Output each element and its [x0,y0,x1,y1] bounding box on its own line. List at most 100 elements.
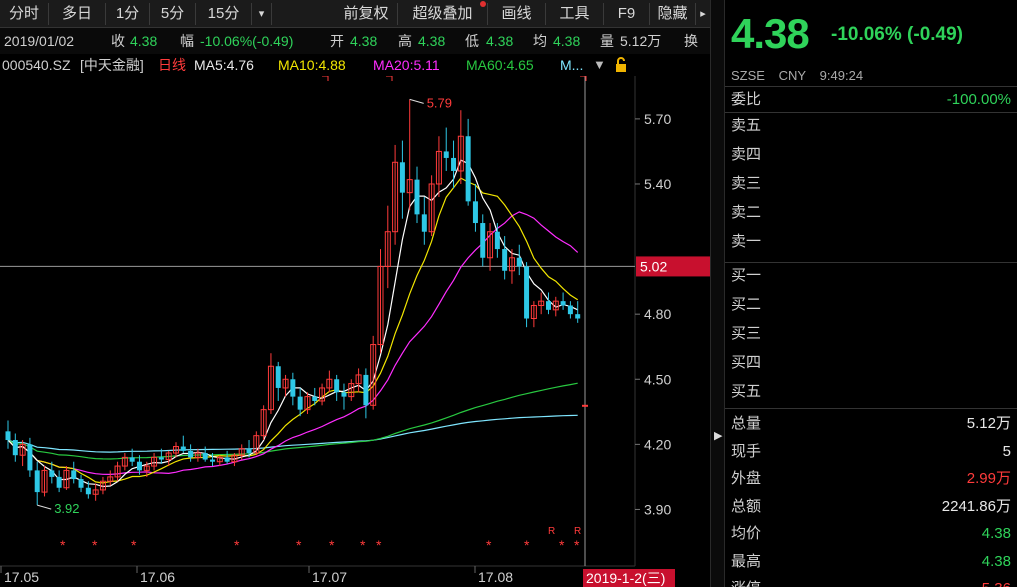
ma-more[interactable]: M... [560,54,583,76]
stat-label: 最高 [731,552,762,570]
candle-body[interactable] [246,448,252,454]
star-marker: * [574,537,580,553]
candle-body[interactable] [275,366,281,388]
legend-dropdown-icon[interactable]: ▼ [593,54,606,76]
stat-label: 涨停 [731,575,761,587]
tools-button[interactable]: 工具 [546,3,604,25]
ask-row[interactable]: 卖五 [725,112,1017,140]
event-flag-icon[interactable] [322,76,329,81]
y-tick-label: 5.40 [644,176,671,192]
y-tick-label: 4.80 [644,306,671,322]
period-dropdown-icon[interactable]: ▾ [252,3,272,25]
candle-body[interactable] [472,201,478,224]
ask-row[interactable]: 卖二 [725,199,1017,227]
candlestick-chart[interactable]: 5.70 5.40 4.80 4.50 4.20 3.90 5.02 5.79 3.92 * * * *… [0,76,710,587]
candle-body[interactable] [516,257,522,267]
stat-label: 现手 [731,442,762,460]
bid-row[interactable]: 买二 [725,291,1017,319]
hide-button[interactable]: 隐藏 [650,3,696,25]
candle-body[interactable] [158,457,164,460]
candle-body[interactable] [56,476,62,488]
bid-row[interactable]: 买五 [725,378,1017,406]
stat-label: 总量 [731,415,762,432]
info-vol: 5.12万 [620,33,662,49]
candle-body[interactable] [180,446,186,451]
candle-body[interactable] [136,461,142,471]
candle-body[interactable] [494,231,500,250]
low-marker-line [37,504,52,510]
candle-body[interactable] [341,392,347,397]
tab-1min[interactable]: 1分 [106,3,150,25]
bid-label: 买三 [731,325,762,342]
toolbar-collapse-icon[interactable]: ▸ [696,3,710,25]
candle-body[interactable] [560,301,566,306]
event-flag-icon[interactable] [386,76,393,81]
candle-body[interactable] [451,157,457,171]
candle-body[interactable] [502,249,508,271]
currency: CNY [778,68,807,83]
star-marker: * [92,537,98,553]
bid-row[interactable]: 买四 [725,349,1017,377]
quote-meta: SZSE CNY 9:49:24 [731,68,873,83]
webi-label: 委比 [731,91,762,108]
candle-body[interactable] [524,266,530,319]
last-price: 4.38 [731,10,810,57]
stat-row: 涨停 5.36 [725,575,1017,587]
candle-body[interactable] [85,487,91,495]
expand-arrow-icon[interactable]: ▶ [714,429,722,442]
candle-body[interactable] [567,305,573,315]
candle-body[interactable] [27,444,33,471]
ma120-line [7,414,578,453]
ask-row[interactable]: 卖一 [725,228,1017,256]
bid-row[interactable]: 买一 [725,262,1017,290]
candle-body[interactable] [334,379,340,393]
panel-divider[interactable]: ▶ [710,0,725,587]
candle-body[interactable] [290,379,296,397]
candle-body[interactable] [188,450,194,458]
candle-body[interactable] [443,151,449,158]
lock-icon[interactable] [613,54,629,76]
r-marker: R [574,526,581,537]
candle-body[interactable] [210,459,216,462]
candle-body[interactable] [49,470,55,477]
candle-body[interactable] [575,314,581,319]
candle-body[interactable] [363,374,369,406]
super-overlay-button[interactable]: 超级叠加 [398,1,488,25]
divider-line [725,408,1017,409]
candle-body[interactable] [399,162,405,193]
ask-row[interactable]: 卖三 [725,170,1017,198]
candle-body[interactable] [480,223,486,258]
tab-5min[interactable]: 5分 [150,3,196,25]
f9-button[interactable]: F9 [604,3,650,25]
info-date: 2019/01/02 [4,33,75,49]
info-avg-label: 均 [533,33,547,49]
candle-body[interactable] [202,453,208,460]
candle-body[interactable] [5,431,11,441]
draw-line-button[interactable]: 画线 [488,3,546,25]
info-high-label: 高 [398,33,412,49]
ask-label: 卖五 [731,117,762,134]
tab-intraday[interactable]: 分时 [0,3,49,25]
candle-body[interactable] [297,396,303,410]
star-marker: * [329,537,335,553]
ask-row[interactable]: 卖四 [725,141,1017,169]
candle-body[interactable] [224,457,230,462]
candle-body[interactable] [12,440,18,456]
candle-body[interactable] [129,457,135,462]
star-marker: * [234,537,240,553]
candle-body[interactable] [34,470,40,493]
candle-body[interactable] [465,136,471,202]
bid-row[interactable]: 买三 [725,320,1017,348]
candle-body[interactable] [78,479,84,488]
forward-adjust-button[interactable]: 前复权 [335,3,398,25]
candle-body[interactable] [71,470,77,480]
candle-body[interactable] [414,179,420,215]
candle-body[interactable] [545,301,551,310]
tab-15min[interactable]: 15分 [196,3,252,25]
candle-body[interactable] [582,404,588,407]
info-turnover-label: 换 [684,33,698,49]
candle-body[interactable] [421,214,427,232]
y-tick-label: 5.70 [644,111,671,127]
candle-body[interactable] [312,396,318,401]
tab-multi-day[interactable]: 多日 [49,3,106,25]
